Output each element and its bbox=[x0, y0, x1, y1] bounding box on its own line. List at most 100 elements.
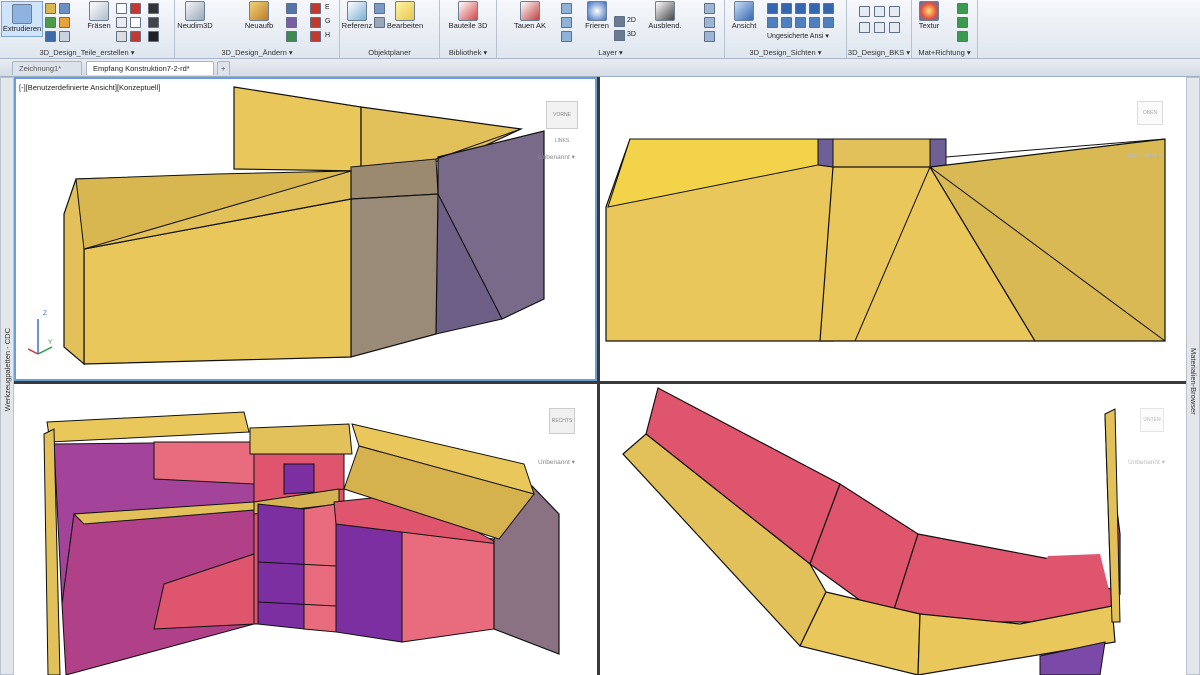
view-front-icon[interactable] bbox=[767, 3, 778, 14]
shell-icon[interactable] bbox=[116, 31, 127, 42]
object-list-icon[interactable] bbox=[374, 17, 385, 28]
panel-design-aendern: Neudim3D Neuaufb E G H 3D_Design_Ändern … bbox=[175, 0, 340, 58]
neuaufb-button[interactable]: Neuaufb bbox=[243, 1, 275, 30]
ucs-dropdown-top-left[interactable]: Unbenannt ▾ bbox=[538, 153, 575, 161]
panel-title-aendern[interactable]: 3D_Design_Ändern ▾ bbox=[175, 48, 339, 57]
view-right-icon[interactable] bbox=[809, 3, 820, 14]
model-isometric-view bbox=[27, 86, 545, 366]
g-label: G bbox=[325, 18, 331, 25]
material-browser-sidebar[interactable]: Materialien-Browser bbox=[1186, 77, 1200, 675]
panel-title-sichten[interactable]: 3D_Design_Sichten ▾ bbox=[725, 48, 846, 57]
tab-zeichnung1[interactable]: Zeichnung1* bbox=[12, 61, 82, 75]
textur-button[interactable]: Textur bbox=[915, 1, 943, 30]
viewport-splitter-vertical[interactable] bbox=[597, 77, 600, 675]
viewport-bottom-right[interactable]: UNTEN Unbenannt ▾ bbox=[600, 384, 1186, 675]
label-2d: 2D bbox=[627, 17, 636, 24]
tab-empfang-konstruktion[interactable]: Empfang Konstruktion7-2-rd* bbox=[86, 61, 214, 75]
wedge-icon[interactable] bbox=[45, 31, 56, 42]
view-iso-2-icon[interactable] bbox=[781, 17, 792, 28]
ucs-3-icon[interactable] bbox=[889, 6, 900, 17]
torus-icon[interactable] bbox=[59, 31, 70, 42]
chamfer-icon[interactable] bbox=[130, 17, 141, 28]
viewport-top-right[interactable]: OBEN Unbenannt ▾ bbox=[600, 77, 1186, 381]
panel-title-mat[interactable]: Mat+Richtung ▾ bbox=[912, 48, 977, 57]
box-icon[interactable] bbox=[45, 3, 56, 14]
ucs-4-icon[interactable] bbox=[859, 22, 870, 33]
mat-1-icon[interactable] bbox=[957, 3, 968, 14]
imprint-icon[interactable] bbox=[148, 31, 159, 42]
frieren-button[interactable]: Frieren bbox=[583, 1, 611, 30]
layer-small-5-icon[interactable] bbox=[704, 17, 715, 28]
view-iso-1-icon[interactable] bbox=[767, 17, 778, 28]
extrudieren-button[interactable]: Extrudieren bbox=[1, 1, 43, 37]
panel-title-bks[interactable]: 3D_Design_BKS ▾ bbox=[847, 48, 911, 57]
ucs-axis-z-label: Z bbox=[43, 310, 47, 317]
view-iso-4-icon[interactable] bbox=[809, 17, 820, 28]
gear-3d-icon[interactable] bbox=[614, 30, 625, 41]
e-icon[interactable] bbox=[310, 3, 321, 14]
union-icon[interactable] bbox=[116, 3, 127, 14]
ucs-6-icon[interactable] bbox=[889, 22, 900, 33]
panel-title-bibliothek[interactable]: Bibliothek ▾ bbox=[440, 48, 496, 57]
texture-icon bbox=[919, 1, 939, 21]
h-icon[interactable] bbox=[310, 31, 321, 42]
view-top-icon[interactable] bbox=[823, 3, 834, 14]
layer-small-4-icon[interactable] bbox=[704, 3, 715, 14]
cylinder-icon[interactable] bbox=[59, 3, 70, 14]
ribbon: Extrudieren Fräsen 3D_Design_Teile_erste… bbox=[0, 0, 1200, 59]
view-cube-top-left[interactable]: VORNE LINKS bbox=[546, 101, 578, 144]
saved-views-dropdown[interactable]: Ungesicherte Ansi ▾ bbox=[767, 32, 829, 40]
sphere-icon[interactable] bbox=[45, 17, 56, 28]
view-cube-bottom-left[interactable]: RECHTS bbox=[549, 408, 575, 434]
view-left-icon[interactable] bbox=[795, 3, 806, 14]
edit-edge-icon[interactable] bbox=[286, 17, 297, 28]
ucs-axis-y-label: Y bbox=[48, 339, 53, 346]
slice-icon[interactable] bbox=[148, 17, 159, 28]
ucs-dropdown-top-right[interactable]: Unbenannt ▾ bbox=[1125, 151, 1162, 159]
neudim3d-button[interactable]: Neudim3D bbox=[177, 1, 213, 30]
mat-2-icon[interactable] bbox=[957, 17, 968, 28]
tool-palettes-sidebar[interactable]: Werkzeugpaletten - CDC bbox=[0, 77, 14, 675]
intersect-icon[interactable] bbox=[148, 3, 159, 14]
ausblend-button[interactable]: Ausblend. bbox=[645, 1, 685, 30]
mat-3-icon[interactable] bbox=[957, 31, 968, 42]
ucs-2-icon[interactable] bbox=[874, 6, 885, 17]
view-back-icon[interactable] bbox=[781, 3, 792, 14]
panel-title-teile[interactable]: 3D_Design_Teile_erstellen ▾ bbox=[0, 48, 174, 57]
viewport-top-left[interactable]: [-][Benutzerdefinierte Ansicht][Konzeptu… bbox=[14, 77, 597, 381]
view-iso-3-icon[interactable] bbox=[795, 17, 806, 28]
object-small-icon[interactable] bbox=[374, 3, 385, 14]
edit-body-icon[interactable] bbox=[286, 31, 297, 42]
view-cube-bottom-right[interactable]: UNTEN bbox=[1140, 408, 1164, 432]
panel-objektplaner: Referenz Bearbeiten Objektplaner bbox=[340, 0, 440, 58]
fraesen-button[interactable]: Fräsen bbox=[86, 1, 112, 30]
ucs-dropdown-bottom-right[interactable]: Unbenannt ▾ bbox=[1128, 458, 1165, 466]
panel-title-layer[interactable]: Layer ▾ bbox=[497, 48, 724, 57]
ucs-dropdown-bottom-left[interactable]: Unbenannt ▾ bbox=[538, 458, 575, 466]
viewport-bottom-left[interactable]: RECHTS Unbenannt ▾ bbox=[14, 384, 597, 675]
thicken-icon[interactable] bbox=[130, 31, 141, 42]
g-icon[interactable] bbox=[310, 17, 321, 28]
layer-small-3-icon[interactable] bbox=[561, 31, 572, 42]
layer-small-6-icon[interactable] bbox=[704, 31, 715, 42]
ucs-1-icon[interactable] bbox=[859, 6, 870, 17]
ansicht-button[interactable]: Ansicht bbox=[729, 1, 759, 30]
view-bottom-icon[interactable] bbox=[823, 17, 834, 28]
gear-2d-icon[interactable] bbox=[614, 16, 625, 27]
viewport-splitter-horizontal[interactable] bbox=[14, 381, 1186, 384]
layer-small-1-icon[interactable] bbox=[561, 3, 572, 14]
cone-icon[interactable] bbox=[59, 17, 70, 28]
view-cube-top-right[interactable]: OBEN bbox=[1137, 101, 1163, 125]
tauen-ak-button[interactable]: Tauen AK bbox=[511, 1, 549, 30]
bearbeiten-button[interactable]: Bearbeiten bbox=[386, 1, 424, 30]
panel-mat-richtung: Textur Mat+Richtung ▾ bbox=[912, 0, 978, 58]
ucs-5-icon[interactable] bbox=[874, 22, 885, 33]
new-tab-button[interactable]: + bbox=[217, 61, 230, 75]
edit-face-icon[interactable] bbox=[286, 3, 297, 14]
referenz-button[interactable]: Referenz bbox=[342, 1, 372, 30]
fillet-icon[interactable] bbox=[116, 17, 127, 28]
bauteile-3d-button[interactable]: Bauteile 3D bbox=[442, 1, 494, 30]
layer-small-2-icon[interactable] bbox=[561, 17, 572, 28]
viewport-label[interactable]: [-][Benutzerdefinierte Ansicht][Konzeptu… bbox=[19, 83, 160, 92]
subtract-icon[interactable] bbox=[130, 3, 141, 14]
